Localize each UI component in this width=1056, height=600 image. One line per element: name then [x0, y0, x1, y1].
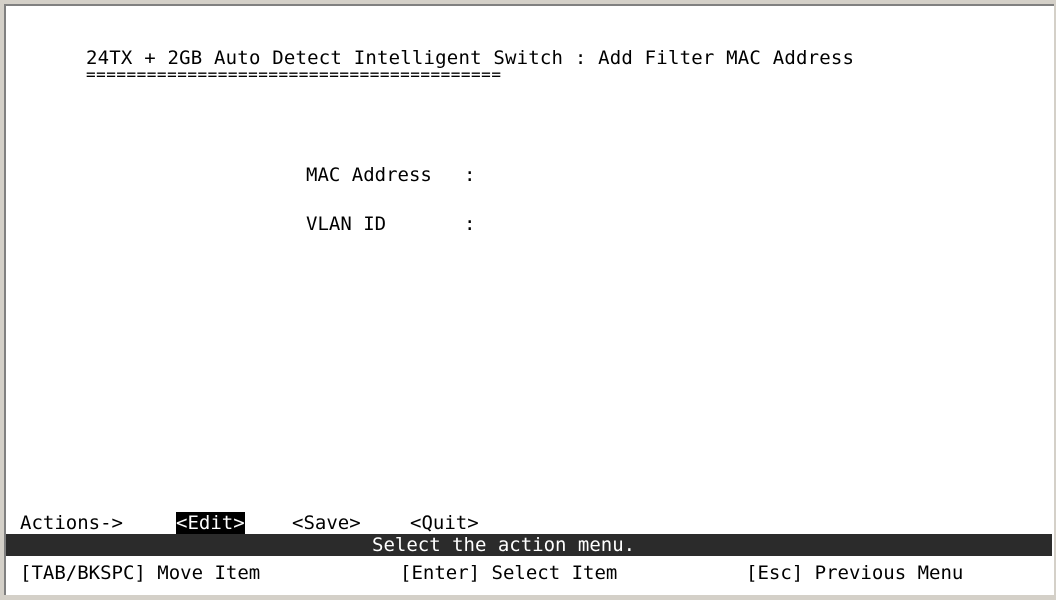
vlan-id-field[interactable] — [486, 213, 546, 235]
mac-address-field[interactable] — [486, 164, 666, 186]
title-underline: ========================================… — [86, 65, 502, 84]
edit-action-button[interactable]: <Edit> — [176, 512, 245, 534]
vlan-id-separator: : — [464, 213, 476, 235]
help-move-item: [TAB/BKSPC] Move Item — [20, 562, 261, 584]
terminal-screen: 24TX + 2GB Auto Detect Intelligent Switc… — [4, 4, 1054, 595]
status-message: Select the action menu. — [372, 534, 636, 556]
status-bar: Select the action menu. — [6, 534, 1052, 556]
vlan-id-label: VLAN ID — [306, 213, 387, 235]
quit-action-button[interactable]: <Quit> — [410, 512, 479, 534]
mac-address-separator: : — [464, 164, 476, 186]
mac-address-label: MAC Address — [306, 164, 432, 186]
help-select-item: [Enter] Select Item — [400, 562, 618, 584]
help-previous-menu: [Esc] Previous Menu — [746, 562, 964, 584]
save-action-button[interactable]: <Save> — [292, 512, 361, 534]
actions-label: Actions-> — [20, 512, 123, 534]
